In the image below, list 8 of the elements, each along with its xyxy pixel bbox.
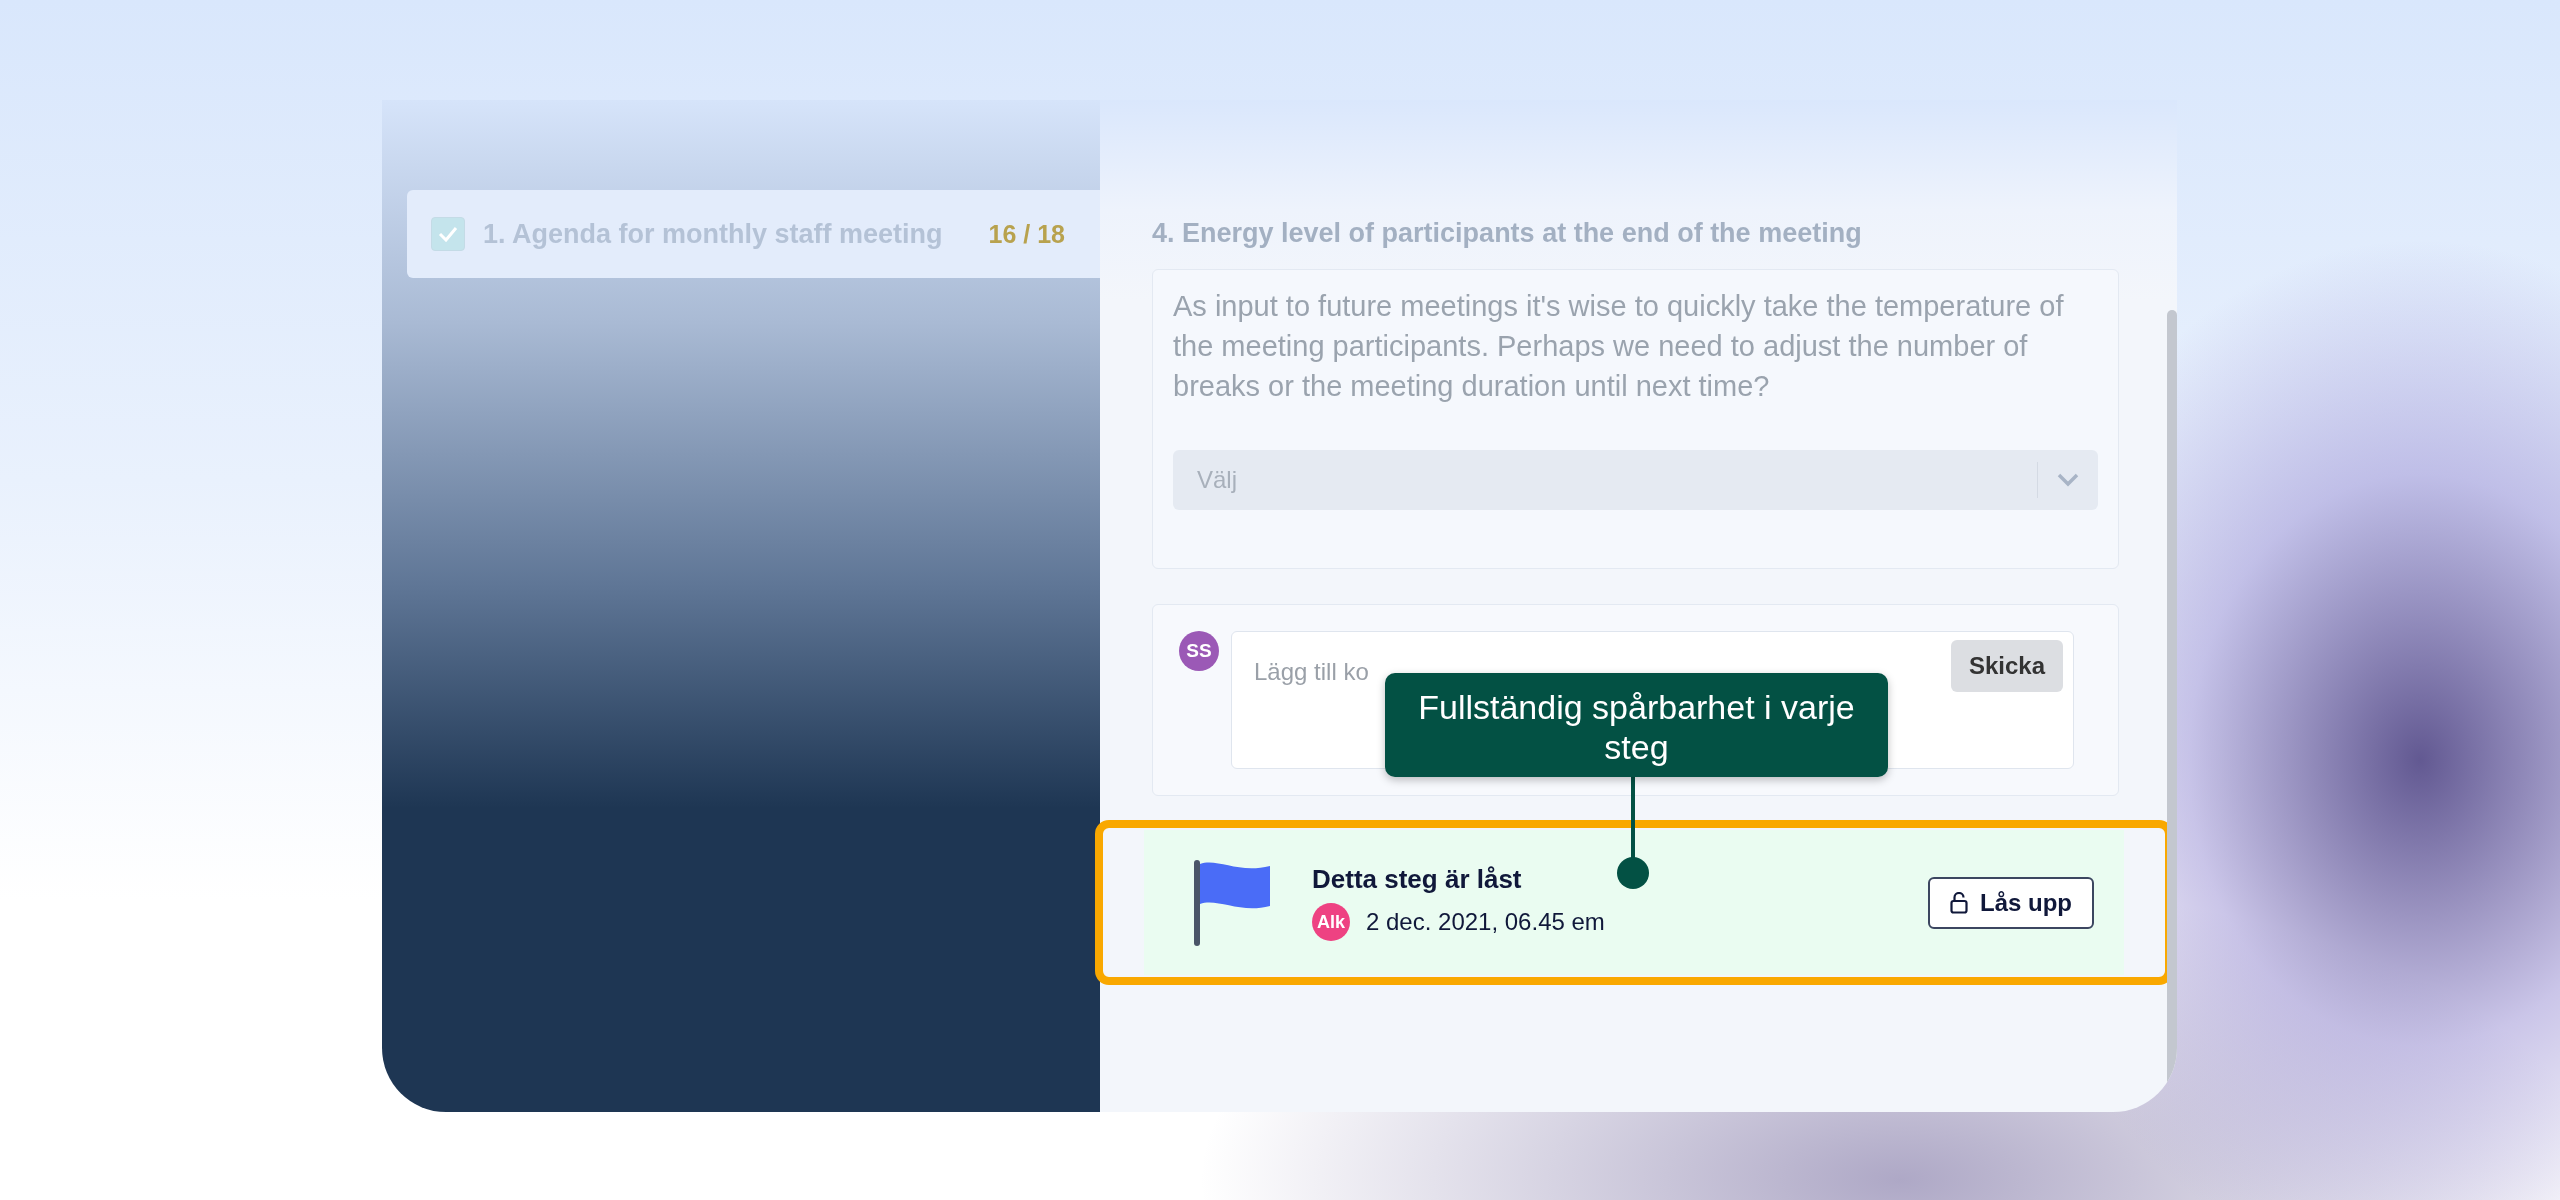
tooltip: Fullständig spårbarhet i varje steg (1385, 673, 1888, 777)
user-avatar: SS (1179, 631, 1219, 671)
question-description: As input to future meetings it's wise to quickly take the temperature of the meeting participants. Perhaps we need to adjust the number of breaks or the meeting duration until next time? (1173, 289, 2065, 404)
question-title: 4. Energy level of participants at the end of the meeting (1152, 218, 1863, 249)
lock-date: 2 dec. 2021, 06.45 em (1366, 908, 1605, 936)
user-avatar: Alk (1312, 903, 1350, 941)
locked-title: Detta steg är låst (1312, 864, 1523, 895)
progress-count: 16 / 18 (988, 219, 1065, 249)
